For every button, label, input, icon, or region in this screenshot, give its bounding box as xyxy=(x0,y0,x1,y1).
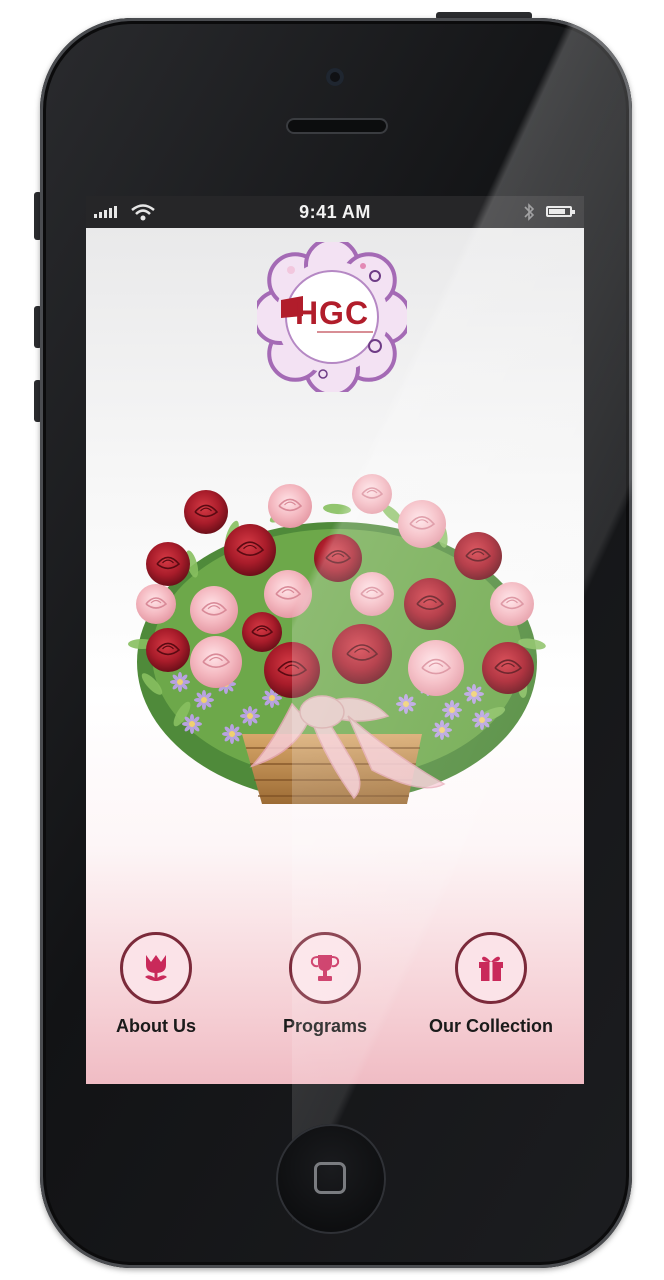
aster-flower xyxy=(194,690,214,710)
aster-flower xyxy=(182,714,202,734)
nav-programs[interactable]: Programs xyxy=(250,932,400,1037)
home-button[interactable] xyxy=(276,1124,386,1234)
status-bar: 9:41 AM xyxy=(86,196,584,228)
pink-rose xyxy=(190,586,238,634)
aster-flower xyxy=(170,672,190,692)
front-camera xyxy=(326,68,344,86)
aster-flower xyxy=(432,720,452,740)
phone-screen: 9:41 AM HGC About Us Programs Our Collec… xyxy=(86,196,584,1084)
nav-our-collection[interactable]: Our Collection xyxy=(416,932,566,1037)
aster-flower xyxy=(396,694,416,714)
red-rose xyxy=(146,628,190,672)
red-rose xyxy=(454,532,502,580)
red-rose xyxy=(224,524,276,576)
status-time: 9:41 AM xyxy=(299,202,371,222)
leaf xyxy=(323,503,351,515)
red-rose xyxy=(264,642,320,698)
pink-rose xyxy=(398,500,446,548)
logo-wordmark: HGC xyxy=(294,294,370,331)
red-rose xyxy=(404,578,456,630)
red-rose xyxy=(482,642,534,694)
pink-rose xyxy=(490,582,534,626)
bluetooth-icon xyxy=(524,203,535,221)
tulip-icon xyxy=(145,955,167,981)
pink-rose xyxy=(264,570,312,618)
aster-flower xyxy=(240,706,260,726)
brand-logo[interactable]: HGC xyxy=(252,237,412,397)
nav-programs-label: Programs xyxy=(282,1016,368,1036)
nav-about-us[interactable]: About Us xyxy=(86,932,231,1037)
aster-flower xyxy=(222,724,242,744)
pink-rose xyxy=(408,640,464,696)
aster-flower xyxy=(442,700,462,720)
pink-rose xyxy=(350,572,394,616)
aster-flower xyxy=(464,684,484,704)
pink-rose xyxy=(268,484,312,528)
red-rose xyxy=(146,542,190,586)
pink-rose xyxy=(352,474,392,514)
main-navigation: About Us Programs Our Collection xyxy=(86,932,584,1082)
pink-rose xyxy=(136,584,176,624)
red-rose xyxy=(184,490,228,534)
earpiece-speaker xyxy=(286,118,388,134)
app-home: HGC About Us Programs Our Collection xyxy=(86,228,584,1084)
home-square-icon xyxy=(314,1162,346,1194)
battery-level xyxy=(549,209,565,214)
nav-about-us-label: About Us xyxy=(116,1016,196,1036)
red-rose xyxy=(242,612,282,652)
aster-flower xyxy=(472,710,492,730)
red-rose xyxy=(332,624,392,684)
pink-rose xyxy=(190,636,242,688)
nav-our-collection-label: Our Collection xyxy=(428,1016,553,1036)
battery-icon xyxy=(546,206,575,217)
trophy-icon xyxy=(310,955,340,981)
rose-basket-image xyxy=(128,474,546,804)
gift-icon xyxy=(479,956,503,981)
red-rose xyxy=(314,534,362,582)
